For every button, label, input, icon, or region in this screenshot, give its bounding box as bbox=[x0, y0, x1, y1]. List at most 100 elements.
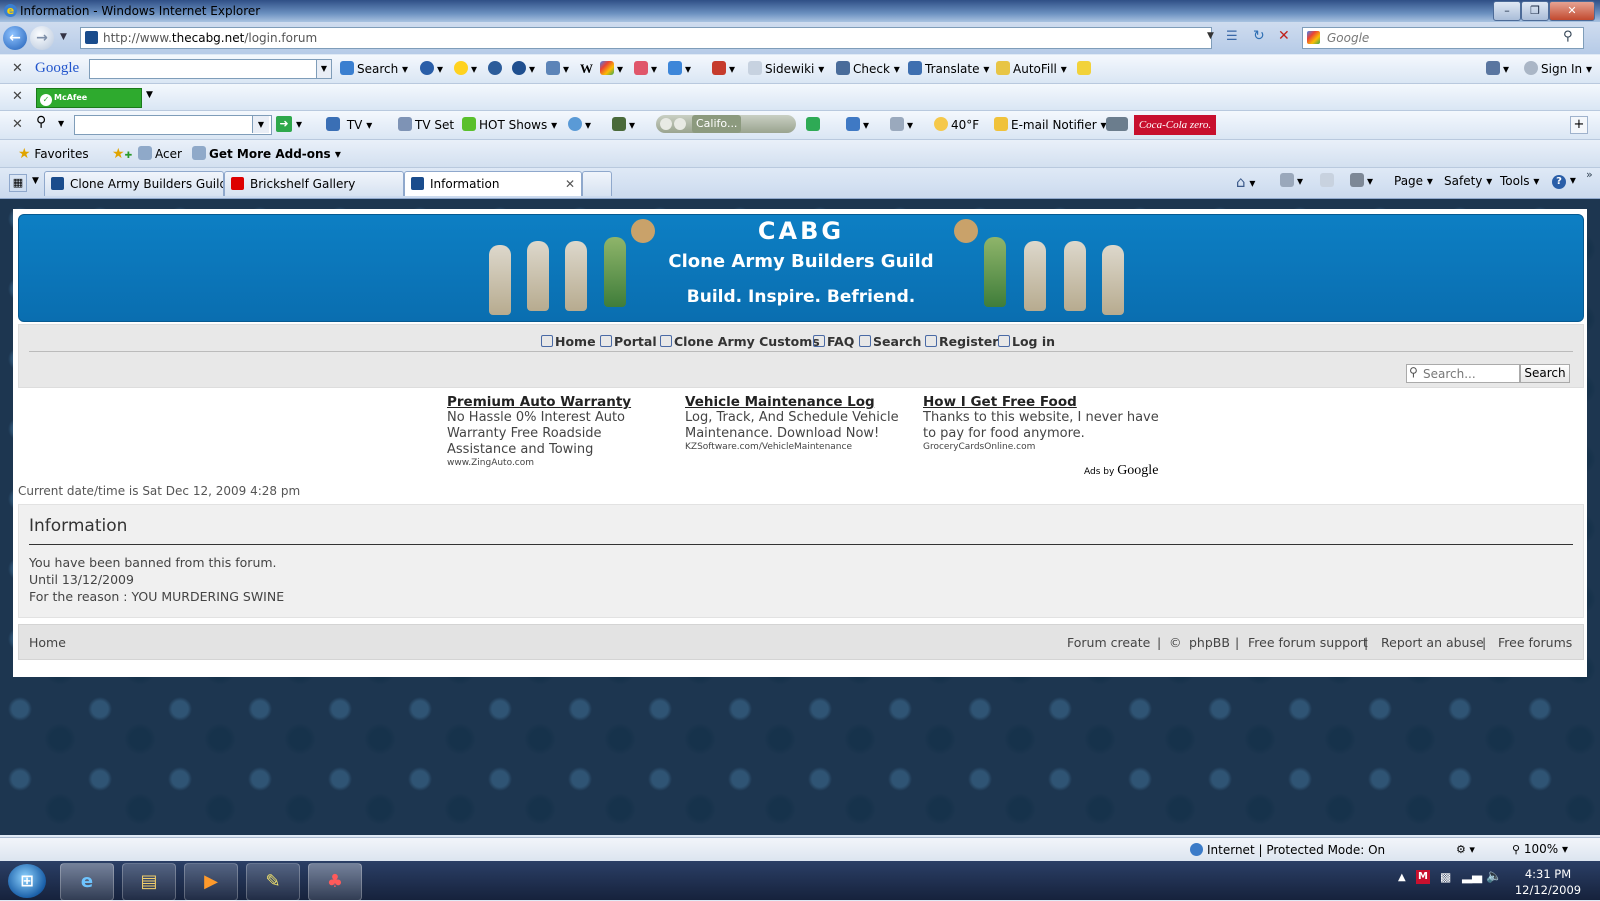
play-radio-icon[interactable] bbox=[674, 118, 686, 130]
ad-item[interactable]: Premium Auto Warranty No Hassle 0% Inter… bbox=[447, 394, 647, 468]
google-dropdown-icon[interactable]: ▼ bbox=[316, 59, 332, 79]
google-apps-button[interactable]: ▾ bbox=[600, 61, 623, 76]
close-toolbar-icon[interactable]: ✕ bbox=[12, 61, 23, 76]
add-button[interactable]: ▾ bbox=[668, 61, 691, 76]
flight-button[interactable]: ▾ bbox=[846, 117, 869, 132]
footer-home-link[interactable]: Home bbox=[29, 635, 66, 650]
wikipedia-button[interactable]: W bbox=[580, 61, 593, 77]
satellite-button[interactable]: ▾ bbox=[890, 117, 913, 132]
refresh-icon[interactable]: ↻ bbox=[1253, 28, 1265, 44]
weather-button[interactable]: ▾ bbox=[454, 61, 477, 76]
news-button[interactable]: ▾ bbox=[420, 61, 443, 76]
earth-button[interactable] bbox=[488, 61, 505, 76]
taskbar-explorer-button[interactable]: ▤ bbox=[122, 863, 176, 901]
footer-phpbb-link[interactable]: phpBB bbox=[1189, 635, 1230, 650]
feeds-button[interactable]: ▾ bbox=[1280, 173, 1303, 188]
tools-menu[interactable]: Tools ▾ bbox=[1500, 174, 1539, 188]
wifi-signal-icon[interactable]: ▂▄ bbox=[1462, 869, 1482, 884]
hot-shows-button[interactable]: HOT Shows ▾ bbox=[462, 117, 557, 132]
magnifier-icon[interactable]: ⚲ bbox=[36, 114, 46, 130]
forum-search-input[interactable]: ⚲ Search... bbox=[1406, 364, 1520, 383]
back-button[interactable]: ← bbox=[3, 26, 27, 50]
wrench-button[interactable]: ▾ bbox=[1486, 61, 1509, 76]
coca-cola-banner[interactable]: Coca-Cola zero. bbox=[1134, 115, 1216, 135]
safety-menu[interactable]: Safety ▾ bbox=[1444, 174, 1492, 188]
close-tab-icon[interactable]: ✕ bbox=[565, 172, 575, 196]
popup-blocker-button[interactable]: ▾ bbox=[546, 61, 569, 76]
mcafee-siteadvisor-badge[interactable]: ✓McAfee SiteAdvisor bbox=[36, 88, 142, 120]
stop-radio-icon[interactable] bbox=[660, 118, 672, 130]
tab-clone-army[interactable]: Clone Army Builders Guild bbox=[44, 171, 224, 196]
nav-login[interactable]: Log in bbox=[998, 334, 1055, 349]
nav-search[interactable]: Search bbox=[859, 334, 921, 349]
forum-search-button[interactable]: Search bbox=[1520, 364, 1570, 383]
radio-player[interactable]: Califo... bbox=[656, 115, 796, 133]
ad-item[interactable]: Vehicle Maintenance Log Log, Track, And … bbox=[685, 394, 905, 452]
search-options-dropdown-icon[interactable]: ▼ bbox=[58, 119, 64, 128]
protected-mode-icon[interactable]: ⚙ ▾ bbox=[1456, 843, 1475, 856]
weather-widget[interactable]: 40°F bbox=[934, 117, 979, 132]
chevron-more-icon[interactable]: » bbox=[1586, 168, 1593, 181]
security-zone[interactable]: Internet | Protected Mode: On bbox=[1190, 843, 1385, 857]
sidewiki-button[interactable]: Sidewiki ▾ bbox=[748, 61, 824, 76]
ad-title[interactable]: Vehicle Maintenance Log bbox=[685, 394, 905, 410]
search-icon[interactable]: ⚲ bbox=[1563, 29, 1573, 44]
favorites-button[interactable]: ★ Favorites bbox=[18, 146, 89, 162]
close-mcafee-icon[interactable]: ✕ bbox=[12, 89, 23, 104]
add-toolbar-button[interactable]: + bbox=[1570, 116, 1588, 134]
get-addons-button[interactable]: Get More Add-ons ▾ bbox=[192, 146, 341, 161]
community-dropdown-icon[interactable]: ▼ bbox=[252, 116, 269, 133]
nav-register[interactable]: Register bbox=[925, 334, 998, 349]
start-button[interactable]: ⊞ bbox=[8, 864, 46, 898]
more-dropdown-icon[interactable]: ▾ bbox=[296, 117, 302, 131]
highlighter-button[interactable] bbox=[1077, 61, 1094, 76]
autofill-button[interactable]: AutoFill ▾ bbox=[996, 61, 1067, 76]
history-dropdown-icon[interactable]: ▼ bbox=[60, 32, 67, 42]
email-notifier-button[interactable]: E-mail Notifier ▾ bbox=[994, 117, 1107, 132]
browser-search-input[interactable]: Google ⚲ bbox=[1302, 27, 1584, 49]
eraser-button[interactable]: ▾ bbox=[634, 61, 657, 76]
new-tab-button[interactable] bbox=[582, 171, 612, 196]
acer-link[interactable]: Acer bbox=[138, 146, 182, 161]
google-search-button[interactable]: Search ▾ bbox=[340, 61, 408, 76]
tab-list-dropdown-icon[interactable]: ▼ bbox=[32, 176, 39, 186]
nav-home[interactable]: Home bbox=[541, 334, 596, 349]
zoom-control[interactable]: ⚲ 100% ▾ bbox=[1512, 842, 1568, 856]
nav-faq[interactable]: FAQ bbox=[813, 334, 854, 349]
address-bar[interactable]: http://www.thecabg.net/login.forum ▼ bbox=[80, 27, 1214, 49]
ad-item[interactable]: How I Get Free Food Thanks to this websi… bbox=[923, 394, 1163, 452]
home-button[interactable]: ⌂ ▾ bbox=[1236, 173, 1255, 191]
cloud-button[interactable]: ▾ bbox=[568, 117, 591, 132]
ad-title[interactable]: Premium Auto Warranty bbox=[447, 394, 647, 410]
sign-in-button[interactable]: Sign In ▾ bbox=[1524, 61, 1592, 76]
forward-button[interactable]: → bbox=[30, 26, 54, 50]
tab-brickshelf[interactable]: Brickshelf Gallery bbox=[224, 171, 404, 196]
taskbar-app-button[interactable]: ✎ bbox=[246, 863, 300, 901]
close-window-button[interactable]: ✕ bbox=[1549, 1, 1595, 21]
stop-icon[interactable]: ✕ bbox=[1278, 28, 1290, 44]
translate-button[interactable]: Translate ▾ bbox=[908, 61, 989, 76]
spellcheck-button[interactable]: Check ▾ bbox=[836, 61, 900, 76]
mcafee-tray-icon[interactable]: M bbox=[1416, 870, 1430, 884]
tv-set-button[interactable]: TV Set bbox=[398, 117, 454, 132]
url-dropdown-icon[interactable]: ▼ bbox=[1207, 31, 1214, 41]
footer-abuse-link[interactable]: Report an abuse bbox=[1381, 635, 1484, 650]
mcafee-dropdown-icon[interactable]: ▼ bbox=[146, 90, 153, 100]
bookmarks-button[interactable]: ▾ bbox=[512, 61, 535, 76]
nav-portal[interactable]: Portal bbox=[600, 334, 657, 349]
restore-button[interactable]: ❐ bbox=[1521, 1, 1549, 21]
close-community-icon[interactable]: ✕ bbox=[12, 117, 23, 132]
minimize-button[interactable]: – bbox=[1493, 1, 1521, 21]
network-icon[interactable]: ▩ bbox=[1440, 870, 1451, 884]
quick-tabs-icon[interactable]: ▦ bbox=[9, 174, 27, 192]
go-arrow-icon[interactable]: ➜ bbox=[276, 116, 292, 132]
footer-forum-create-link[interactable]: Forum create bbox=[1067, 635, 1150, 650]
footer-free-forums-link[interactable]: Free forums bbox=[1498, 635, 1572, 650]
ads-by-google[interactable]: Ads by Google bbox=[1084, 463, 1158, 479]
volume-icon[interactable]: 🔈 bbox=[1486, 869, 1502, 884]
taskbar-ie-button[interactable]: e bbox=[60, 863, 114, 901]
show-hidden-icons[interactable]: ▲ bbox=[1398, 872, 1406, 883]
mail-button[interactable] bbox=[1320, 173, 1337, 188]
tab-information[interactable]: Information ✕ bbox=[404, 171, 582, 196]
nav-clone-army-customs[interactable]: Clone Army Customs bbox=[660, 334, 820, 349]
